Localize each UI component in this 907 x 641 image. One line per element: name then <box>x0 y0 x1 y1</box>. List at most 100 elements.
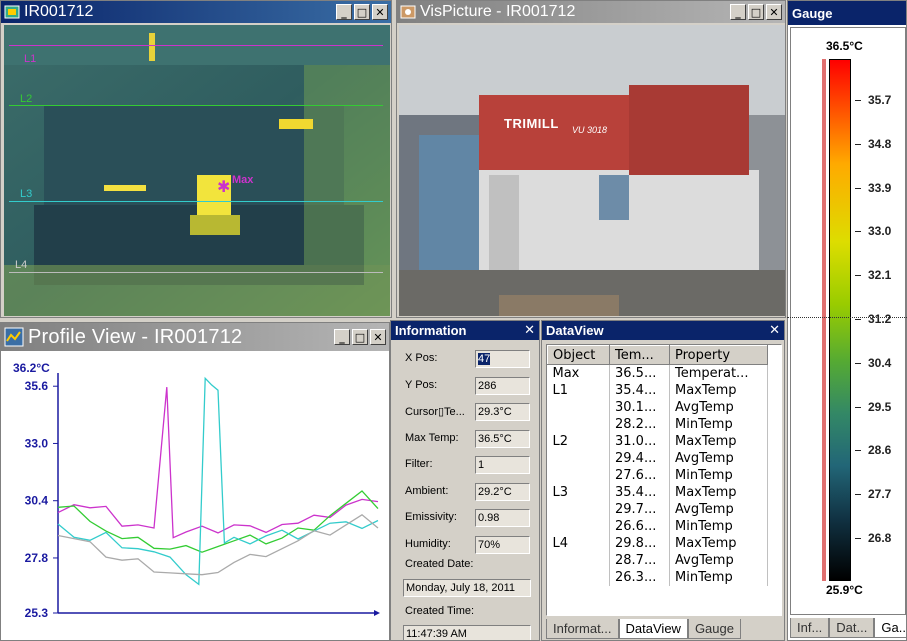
ir-titlebar[interactable]: IR001712 _ □ ✕ <box>1 1 391 23</box>
info-titlebar[interactable]: Information ✕ <box>391 321 539 340</box>
gauge-tick-mark <box>855 406 861 408</box>
gauge-titlebar[interactable]: Gauge <box>788 1 906 25</box>
table-row[interactable]: 28.7... AvgTemp <box>547 551 768 569</box>
gauge-tick-label: 27.7 <box>868 487 892 502</box>
gauge-tick-mark <box>855 187 861 189</box>
table-row[interactable]: 29.7... AvgTemp <box>547 500 768 518</box>
minimize-button[interactable]: _ <box>336 4 352 20</box>
gauge-tick-label: 35.7 <box>868 93 892 107</box>
trimill-model: VU 3018 <box>572 125 608 135</box>
gauge-tick-mark <box>855 275 861 277</box>
table-row[interactable]: L2 31.0... MaxTemp <box>547 432 768 450</box>
table-cell <box>547 568 610 586</box>
close-icon[interactable]: ✕ <box>769 323 780 338</box>
info-field-value[interactable]: 29.2°C <box>475 482 530 501</box>
tab-dataview[interactable]: DataView <box>618 619 688 639</box>
maximize-button[interactable]: □ <box>748 4 764 20</box>
close-button[interactable]: ✕ <box>372 4 388 20</box>
created-date-field[interactable]: Monday, July 18, 2011 <box>403 579 531 597</box>
info-field-label: Cursor▯Te... <box>405 406 465 418</box>
table-cell <box>547 466 610 484</box>
table-row[interactable]: 27.6... MinTemp <box>547 466 768 484</box>
table-row[interactable]: 29.4... AvgTemp <box>547 449 768 467</box>
y-tick-label: 30.4 <box>25 494 49 508</box>
profile-line-l1[interactable] <box>9 45 383 46</box>
table-cell: L4 <box>547 534 610 552</box>
gauge-min-label: 25.9°C <box>826 583 863 597</box>
dataview-table: Object Tem... Property Max 36.5... Tempera… <box>547 345 768 586</box>
table-cell <box>547 398 610 416</box>
table-cell: MaxTemp <box>669 381 768 399</box>
column-header-object[interactable]: Object <box>547 345 610 365</box>
table-cell: 28.2... <box>609 415 670 433</box>
gauge-tick-label: 32.1 <box>868 268 892 283</box>
dataview-list[interactable]: Object Tem... Property Max 36.5... Tempera… <box>546 344 782 616</box>
gauge-tick-label: 26.8 <box>868 531 892 545</box>
table-cell: MaxTemp <box>669 483 768 501</box>
info-panel: Information ✕ Created Date: Monday, July… <box>390 320 540 641</box>
maximize-button[interactable]: □ <box>354 4 370 20</box>
table-cell <box>547 415 610 433</box>
tab-information[interactable]: Inf... <box>790 618 830 638</box>
info-field-value[interactable]: 1 <box>475 456 530 474</box>
table-row[interactable]: 30.1... AvgTemp <box>547 398 768 416</box>
gauge-tick-mark <box>855 538 861 539</box>
minimize-button[interactable]: _ <box>730 4 746 20</box>
table-cell: AvgTemp <box>669 398 768 416</box>
profile-window-title: Profile View - IR001712 <box>28 325 243 348</box>
profile-line-l2[interactable] <box>9 105 383 106</box>
profile-titlebar[interactable]: Profile View - IR001712 _ □ ✕ <box>1 323 389 351</box>
table-row[interactable]: Max 36.5... Temperat... <box>547 364 768 382</box>
dataview-titlebar[interactable]: DataView ✕ <box>542 321 784 340</box>
info-field-value[interactable]: 36.5°C <box>475 429 530 448</box>
profile-line-l4[interactable] <box>9 272 383 273</box>
table-cell: MinTemp <box>669 517 768 535</box>
column-header-property[interactable]: Property <box>669 345 768 365</box>
close-icon[interactable]: ✕ <box>524 323 535 338</box>
table-cell: 29.7... <box>609 500 670 518</box>
ir-app-icon <box>4 4 20 20</box>
table-cell: L2 <box>547 432 610 450</box>
minimize-button[interactable]: _ <box>334 329 350 345</box>
max-label: Max <box>232 174 254 186</box>
info-field-value[interactable]: 286 <box>475 376 530 395</box>
table-cell: MinTemp <box>669 568 768 586</box>
line-label-l3: L3 <box>20 188 33 200</box>
gauge-tick-label: 28.6 <box>868 443 892 458</box>
created-time-field[interactable]: 11:47:39 AM <box>403 625 531 640</box>
vis-titlebar[interactable]: VisPicture - IR001712 _ □ ✕ <box>397 1 785 23</box>
profile-chart[interactable]: 35.6 33.0 30.4 27.8 25.3 <box>1 351 390 641</box>
series-line-2 <box>57 490 379 553</box>
close-button[interactable]: ✕ <box>370 329 386 345</box>
close-button[interactable]: ✕ <box>766 4 782 20</box>
table-row[interactable]: L1 35.4... MaxTemp <box>547 381 768 399</box>
tab-gauge[interactable]: Ga... <box>874 618 906 638</box>
table-row[interactable]: 26.3... MinTemp <box>547 568 768 586</box>
table-row[interactable]: L3 35.4... MaxTemp <box>547 483 768 501</box>
column-header-temp[interactable]: Tem... <box>609 345 670 365</box>
guide-line <box>787 317 907 318</box>
gauge-tick-mark <box>855 450 861 452</box>
tab-information[interactable]: Informat... <box>546 619 619 639</box>
table-row[interactable]: 28.2... MinTemp <box>547 415 768 433</box>
table-row[interactable]: L4 29.8... MaxTemp <box>547 534 768 552</box>
info-field-value[interactable]: 47 <box>475 350 530 368</box>
tab-gauge[interactable]: Gauge <box>687 619 741 639</box>
table-cell: AvgTemp <box>669 551 768 569</box>
gauge-tick-label: 33.9 <box>868 180 892 195</box>
tab-dataview[interactable]: Dat... <box>829 618 875 638</box>
info-field-value[interactable]: 0.98 <box>475 509 530 527</box>
gauge-color-scale <box>829 59 851 581</box>
maximize-button[interactable]: □ <box>352 329 368 345</box>
gauge-tick-mark <box>855 143 861 145</box>
profile-line-l3[interactable] <box>9 201 383 202</box>
table-row[interactable]: 26.6... MinTemp <box>547 517 768 535</box>
created-date-label: Created Date: <box>405 558 474 570</box>
table-cell: 30.1... <box>609 398 670 416</box>
gauge-tick-mark <box>855 319 861 320</box>
table-cell: L3 <box>547 483 610 501</box>
info-field-value[interactable]: 70% <box>475 535 530 554</box>
max-marker-icon[interactable]: ✱ <box>217 179 230 195</box>
info-field-value[interactable]: 29.3°C <box>475 403 530 421</box>
vis-photo[interactable] <box>399 25 785 316</box>
